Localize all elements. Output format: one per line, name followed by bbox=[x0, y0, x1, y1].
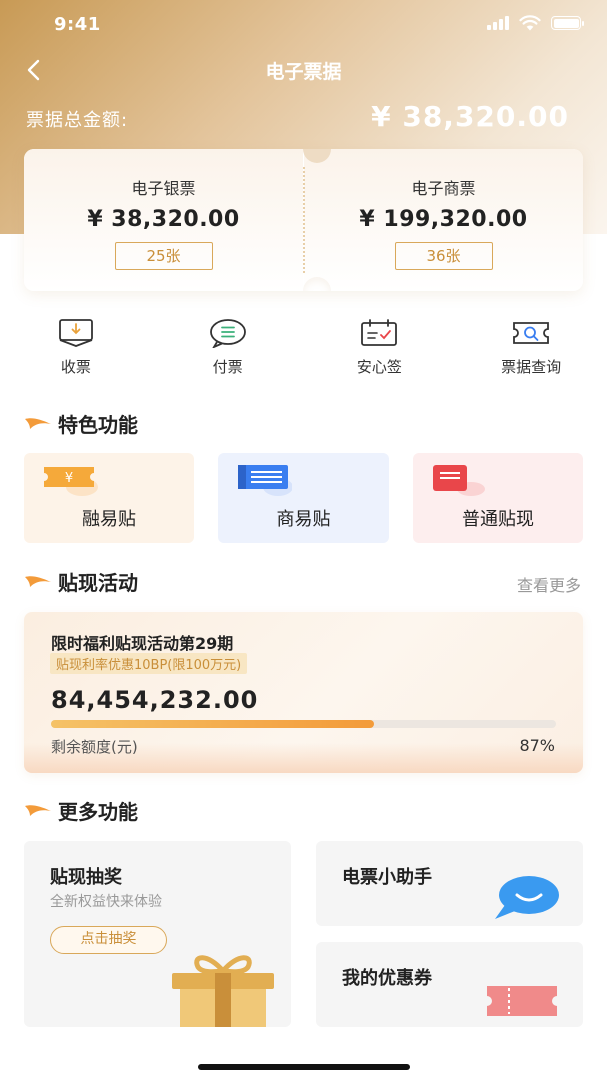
quota-progress-bar bbox=[51, 720, 556, 728]
total-amount-row: 票据总金额: ¥ 38,320.00 bbox=[26, 100, 569, 134]
feature-label: 商易贴 bbox=[276, 509, 331, 530]
swoosh-icon bbox=[25, 805, 51, 816]
view-more-link[interactable]: 查看更多 bbox=[517, 572, 581, 596]
lottery-subtitle: 全新权益快来体验 bbox=[50, 894, 162, 910]
quick-action-label: 安心签 bbox=[356, 358, 402, 376]
battery-icon bbox=[551, 16, 584, 30]
commercial-bill-summary[interactable]: 电子商票 ¥ 199,320.00 36张 bbox=[304, 149, 583, 291]
activity-amount: 84,454,232.00 bbox=[51, 686, 259, 714]
ticket-count-badge: 36张 bbox=[394, 242, 493, 270]
discount-card-icon bbox=[433, 465, 485, 496]
featured-functions: ¥ 融易贴 商易贴 普通贴现 bbox=[24, 453, 583, 543]
ticket-amount: ¥ 38,320.00 bbox=[87, 207, 240, 232]
feature-label: 融易贴 bbox=[82, 509, 136, 530]
quota-progress-fill bbox=[51, 720, 375, 728]
home-indicator[interactable] bbox=[198, 1064, 410, 1070]
section-title: 贴现活动 bbox=[58, 570, 138, 595]
gift-icon bbox=[172, 955, 274, 1027]
activity-title: 限时福利贴现活动第29期 bbox=[51, 634, 234, 653]
status-time: 9:41 bbox=[54, 14, 101, 35]
remaining-quota-percent: 87% bbox=[519, 736, 555, 755]
swoosh-icon bbox=[25, 576, 51, 587]
feature-rongyitie[interactable]: ¥ 融易贴 bbox=[24, 453, 194, 543]
featured-section-header: 特色功能 bbox=[24, 409, 138, 437]
section-title: 特色功能 bbox=[58, 412, 138, 437]
coupon-title: 我的优惠券 bbox=[342, 968, 432, 989]
chat-bubble-icon bbox=[495, 876, 559, 919]
quick-action-label: 付票 bbox=[212, 358, 243, 376]
swoosh-icon bbox=[25, 418, 51, 429]
list-card-icon bbox=[238, 465, 292, 496]
pay-ticket-icon bbox=[209, 319, 246, 348]
ticket-divider bbox=[303, 167, 305, 273]
quick-action-label: 票据查询 bbox=[501, 358, 562, 376]
ticket-name: 电子银票 bbox=[131, 179, 196, 198]
assistant-card[interactable]: 电票小助手 bbox=[316, 841, 583, 926]
status-icons bbox=[487, 15, 584, 31]
remaining-quota-label: 剩余额度(元) bbox=[51, 738, 138, 756]
ticket-amount: ¥ 199,320.00 bbox=[359, 207, 528, 232]
activity-badge: 贴现利率优惠10BP(限100万元) bbox=[50, 653, 248, 674]
ticket-count-badge: 25张 bbox=[114, 242, 213, 270]
svg-text:¥: ¥ bbox=[65, 471, 73, 486]
total-label: 票据总金额: bbox=[26, 110, 129, 131]
quick-action-pay[interactable]: 付票 bbox=[152, 318, 304, 380]
yen-ticket-icon: ¥ bbox=[44, 467, 98, 496]
feature-label: 普通贴现 bbox=[462, 509, 534, 530]
status-bar: 9:41 bbox=[0, 0, 607, 46]
more-section-header: 更多功能 bbox=[24, 796, 138, 824]
quick-actions: 收票 付票 安心签 票据查询 bbox=[0, 318, 607, 380]
quick-action-receive[interactable]: 收票 bbox=[0, 318, 152, 380]
feature-shangyitie[interactable]: 商易贴 bbox=[218, 453, 389, 543]
coupon-card[interactable]: 我的优惠券 bbox=[316, 942, 583, 1027]
section-title: 更多功能 bbox=[58, 799, 138, 824]
quick-action-search[interactable]: 票据查询 bbox=[455, 318, 607, 380]
wifi-icon bbox=[519, 15, 541, 31]
ticket-search-icon bbox=[513, 322, 550, 344]
feature-normal-discount[interactable]: 普通贴现 bbox=[413, 453, 583, 543]
page-title: 电子票据 bbox=[265, 61, 342, 83]
receive-ticket-icon bbox=[58, 319, 93, 347]
lottery-card[interactable]: 贴现抽奖 全新权益快来体验 点击抽奖 bbox=[24, 841, 291, 1027]
sign-icon bbox=[361, 319, 398, 346]
activity-card[interactable]: 限时福利贴现活动第29期 贴现利率优惠10BP(限100万元) 84,454,2… bbox=[24, 612, 583, 773]
quick-action-sign[interactable]: 安心签 bbox=[304, 318, 456, 380]
ticket-summary-card: 电子银票 ¥ 38,320.00 25张 电子商票 ¥ 199,320.00 3… bbox=[24, 149, 583, 291]
lottery-button[interactable]: 点击抽奖 bbox=[50, 926, 167, 954]
assistant-title: 电票小助手 bbox=[342, 867, 432, 888]
coupon-icon bbox=[487, 986, 557, 1016]
total-amount: ¥ 38,320.00 bbox=[371, 100, 569, 133]
lottery-title: 贴现抽奖 bbox=[50, 867, 122, 888]
quick-action-label: 收票 bbox=[60, 358, 91, 376]
nav-bar: 电子票据 bbox=[0, 50, 607, 90]
ticket-name: 电子商票 bbox=[411, 179, 476, 198]
activity-section-header: 贴现活动 bbox=[24, 567, 138, 595]
signal-icon bbox=[487, 16, 509, 30]
bank-bill-summary[interactable]: 电子银票 ¥ 38,320.00 25张 bbox=[24, 149, 303, 291]
